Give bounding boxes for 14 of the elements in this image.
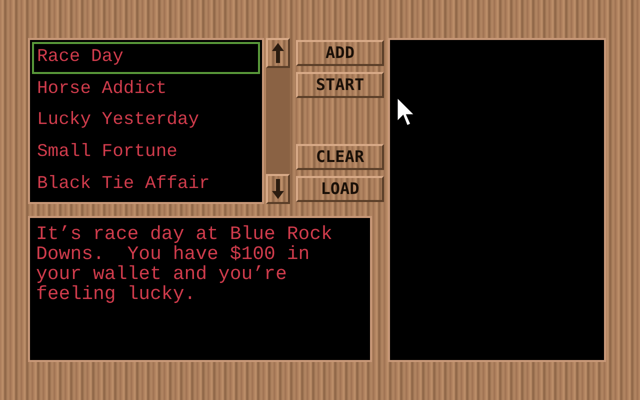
- scroll-up-icon[interactable]: [266, 38, 290, 68]
- scroll-down-icon[interactable]: [266, 174, 290, 204]
- description-text: It’s race day at Blue Rock Downs. You have $100 in your wallet and you’re feeling lucky.: [36, 224, 334, 304]
- menu-button[interactable]: CLEAR: [296, 144, 384, 170]
- list-item[interactable]: Lucky Yesterday: [32, 105, 260, 137]
- list-item[interactable]: Horse Addict: [32, 74, 260, 106]
- list-item[interactable]: Small Fortune: [32, 136, 260, 168]
- list-item[interactable]: Race Day: [32, 42, 260, 74]
- menu-button[interactable]: ADD: [296, 40, 384, 66]
- scrollbar[interactable]: [266, 38, 290, 204]
- menu-button[interactable]: START: [296, 72, 384, 98]
- list-item[interactable]: Black Tie Affair: [32, 168, 260, 200]
- menu-button[interactable]: LOAD: [296, 176, 384, 202]
- cursor-icon: [396, 96, 416, 128]
